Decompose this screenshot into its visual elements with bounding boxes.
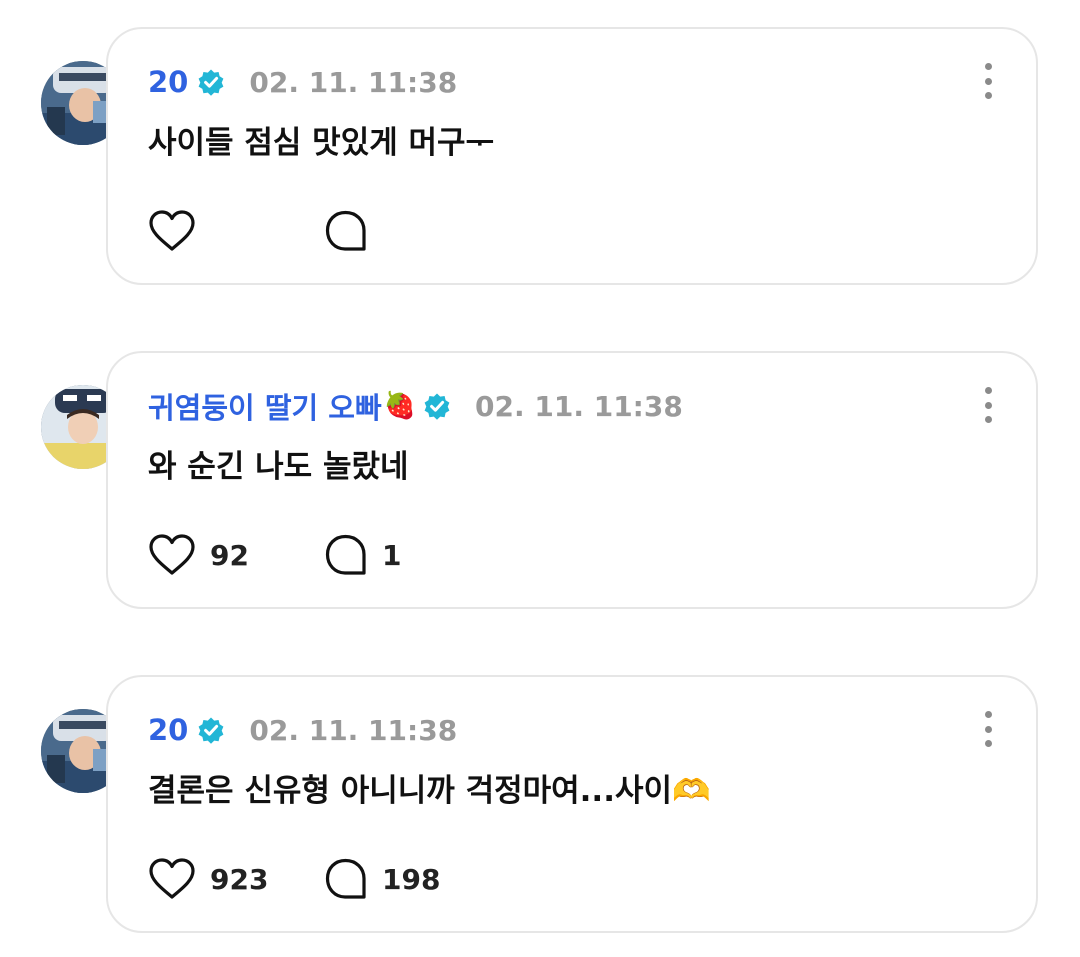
like-button[interactable]: 92: [148, 533, 324, 577]
comment-card: 20 02. 11. 11:38 사이들 점심 맛있게 머구ᅮ: [106, 27, 1038, 285]
comment-card: 20 02. 11. 11:38 결론은 신유형 아니니까 걱정마여...사이🫶…: [106, 675, 1038, 933]
heart-icon: [149, 210, 195, 251]
more-options-button[interactable]: [978, 63, 998, 99]
more-options-button[interactable]: [978, 711, 998, 747]
comment-text: 와 순긴 나도 놀랐네: [148, 449, 409, 485]
more-options-button[interactable]: [978, 387, 998, 423]
author-name[interactable]: 20: [148, 713, 188, 747]
comment-header: 20 02. 11. 11:38: [148, 710, 457, 750]
comment-item: 20 02. 11. 11:38 결론은 신유형 아니니까 걱정마여...사이🫶…: [0, 675, 1080, 937]
comment-text: 결론은 신유형 아니니까 걱정마여...사이🫶: [148, 773, 711, 809]
like-button[interactable]: [148, 209, 324, 253]
like-count: 923: [210, 862, 269, 896]
reply-button[interactable]: [324, 209, 500, 253]
comment-item: 귀염둥이 딸기 오빠 🍓 02. 11. 11:38 와 순긴 나도 놀랐네 9…: [0, 351, 1080, 613]
author-name[interactable]: 귀염둥이 딸기 오빠: [148, 385, 382, 427]
comment-card: 귀염둥이 딸기 오빠 🍓 02. 11. 11:38 와 순긴 나도 놀랐네 9…: [106, 351, 1038, 609]
verified-badge-icon: [424, 393, 450, 420]
comment-item: 20 02. 11. 11:38 사이들 점심 맛있게 머구ᅮ: [0, 27, 1080, 289]
author-name[interactable]: 20: [148, 65, 188, 99]
comment-actions: [148, 206, 500, 256]
more-vertical-icon: [984, 711, 992, 718]
reply-button[interactable]: 1: [324, 533, 500, 577]
speech-bubble-icon: [325, 534, 366, 575]
more-vertical-icon: [984, 63, 992, 70]
strawberry-emoji: 🍓: [383, 391, 417, 421]
comment-actions: 923 198: [148, 854, 500, 904]
heart-icon: [149, 534, 195, 575]
timestamp: 02. 11. 11:38: [249, 713, 458, 747]
more-vertical-icon: [984, 387, 992, 394]
verified-badge-icon: [198, 69, 224, 96]
comment-actions: 92 1: [148, 530, 500, 580]
speech-bubble-icon: [325, 210, 366, 251]
heart-icon: [149, 858, 195, 899]
verified-badge-icon: [198, 717, 224, 744]
timestamp: 02. 11. 11:38: [249, 65, 458, 99]
like-count: 92: [210, 538, 249, 572]
comment-header: 귀염둥이 딸기 오빠 🍓 02. 11. 11:38: [148, 386, 683, 426]
reply-count: 1: [382, 538, 402, 572]
comment-header: 20 02. 11. 11:38: [148, 62, 457, 102]
like-button[interactable]: 923: [148, 857, 324, 901]
comment-feed: 20 02. 11. 11:38 사이들 점심 맛있게 머구ᅮ 귀염둥이 딸기 …: [0, 0, 1080, 957]
reply-count: 198: [382, 862, 441, 896]
timestamp: 02. 11. 11:38: [475, 389, 683, 423]
reply-button[interactable]: 198: [324, 857, 500, 901]
speech-bubble-icon: [325, 858, 366, 899]
comment-text: 사이들 점심 맛있게 머구ᅮ: [148, 125, 495, 161]
